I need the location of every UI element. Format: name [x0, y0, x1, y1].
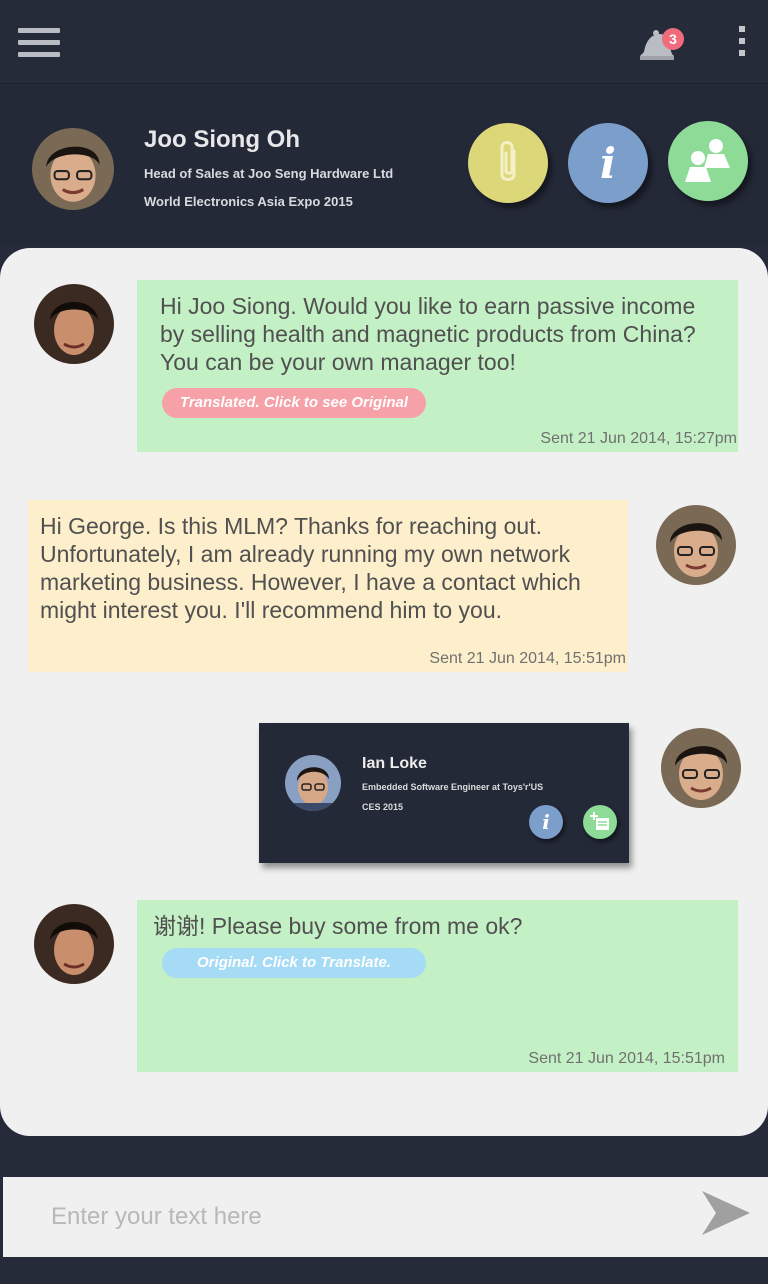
info-icon: i	[600, 138, 616, 188]
message-input[interactable]	[51, 1195, 671, 1239]
shared-contact-avatar	[285, 755, 341, 811]
add-contact-button[interactable]	[583, 805, 617, 839]
own-avatar[interactable]	[661, 728, 741, 808]
message-text: 谢谢! Please buy some from me ok?	[153, 913, 523, 939]
contact-event: World Electronics Asia Expo 2015	[144, 194, 353, 209]
translation-toggle-button[interactable]: Original. Click to Translate.	[162, 948, 426, 978]
contact-job-title: Head of Sales at Joo Seng Hardware Ltd	[144, 166, 394, 181]
notification-badge: 3	[662, 28, 684, 50]
send-button[interactable]	[698, 1189, 754, 1245]
shared-contact-card[interactable]: Ian Loke Embedded Software Engineer at T…	[259, 723, 629, 863]
contact-name: Joo Siong Oh	[144, 126, 300, 153]
attachment-button[interactable]	[468, 123, 548, 203]
translation-toggle-button[interactable]: Translated. Click to see Original	[162, 388, 426, 418]
message-timestamp: Sent 21 Jun 2014, 15:51pm	[429, 650, 626, 667]
contacts-button[interactable]	[668, 121, 748, 201]
message-timestamp: Sent 21 Jun 2014, 15:27pm	[540, 430, 737, 447]
send-arrow-icon	[702, 1191, 750, 1235]
message-text: Hi Joo Siong. Would you like to earn pas…	[160, 293, 696, 375]
contact-info-button[interactable]: i	[568, 123, 648, 203]
own-avatar[interactable]	[656, 505, 736, 585]
sender-avatar[interactable]	[34, 284, 114, 364]
message-timestamp: Sent 21 Jun 2014, 15:51pm	[528, 1050, 725, 1067]
message-text: Hi George. Is this MLM? Thanks for reach…	[40, 513, 581, 623]
add-card-icon	[590, 812, 609, 830]
shared-contact-name: Ian Loke	[362, 755, 427, 772]
paperclip-icon	[500, 141, 516, 181]
message-composer	[3, 1177, 768, 1257]
vertical-dots-icon[interactable]	[732, 26, 752, 64]
sender-avatar[interactable]	[34, 904, 114, 984]
message-bubble-outgoing[interactable]: Hi George. Is this MLM? Thanks for reach…	[28, 500, 628, 672]
shared-contact-title: Embedded Software Engineer at Toys'r'US	[362, 782, 544, 792]
info-icon: i	[542, 810, 550, 834]
contact-avatar[interactable]	[32, 128, 114, 210]
message-bubble-incoming[interactable]: 谢谢! Please buy some from me ok? Original…	[137, 900, 738, 1072]
shared-contact-info-button[interactable]: i	[529, 805, 563, 839]
hamburger-menu-icon[interactable]	[18, 28, 60, 62]
message-bubble-incoming[interactable]: Hi Joo Siong. Would you like to earn pas…	[137, 280, 738, 452]
people-icon	[685, 139, 730, 182]
shared-contact-event: CES 2015	[362, 802, 404, 812]
contact-header	[0, 84, 768, 246]
top-bar: 3	[0, 0, 768, 84]
